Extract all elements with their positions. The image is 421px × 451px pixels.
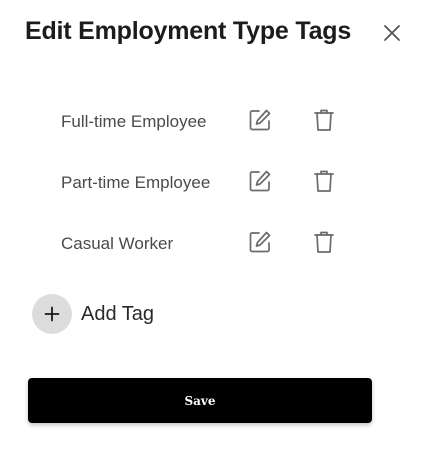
edit-tag-button[interactable]	[246, 108, 274, 136]
plus-icon	[32, 294, 72, 334]
tag-label: Full-time Employee	[61, 112, 207, 131]
tag-row: Part-time Employee	[0, 153, 421, 214]
edit-icon	[248, 230, 272, 259]
delete-tag-button[interactable]	[310, 169, 338, 197]
delete-tag-button[interactable]	[310, 108, 338, 136]
close-icon	[383, 24, 401, 47]
tag-row: Full-time Employee	[0, 92, 421, 153]
edit-icon	[248, 108, 272, 137]
edit-tag-button[interactable]	[246, 169, 274, 197]
tag-row: Casual Worker	[0, 214, 421, 275]
edit-icon	[248, 169, 272, 198]
add-tag-label: Add Tag	[81, 302, 155, 325]
trash-icon	[313, 169, 335, 198]
edit-tag-button[interactable]	[246, 230, 274, 258]
trash-icon	[313, 108, 335, 137]
trash-icon	[313, 230, 335, 259]
close-button[interactable]	[380, 23, 404, 47]
tag-list: Full-time Employee Part-time Employee Ca…	[0, 92, 421, 275]
add-tag-button[interactable]: Add Tag	[32, 294, 154, 334]
edit-tags-dialog: Edit Employment Type Tags Full-time Empl…	[0, 0, 421, 451]
save-button[interactable]: Save	[28, 378, 372, 423]
tag-label: Casual Worker	[61, 234, 174, 253]
tag-label: Part-time Employee	[61, 173, 211, 192]
dialog-title: Edit Employment Type Tags	[25, 17, 352, 45]
delete-tag-button[interactable]	[310, 230, 338, 258]
